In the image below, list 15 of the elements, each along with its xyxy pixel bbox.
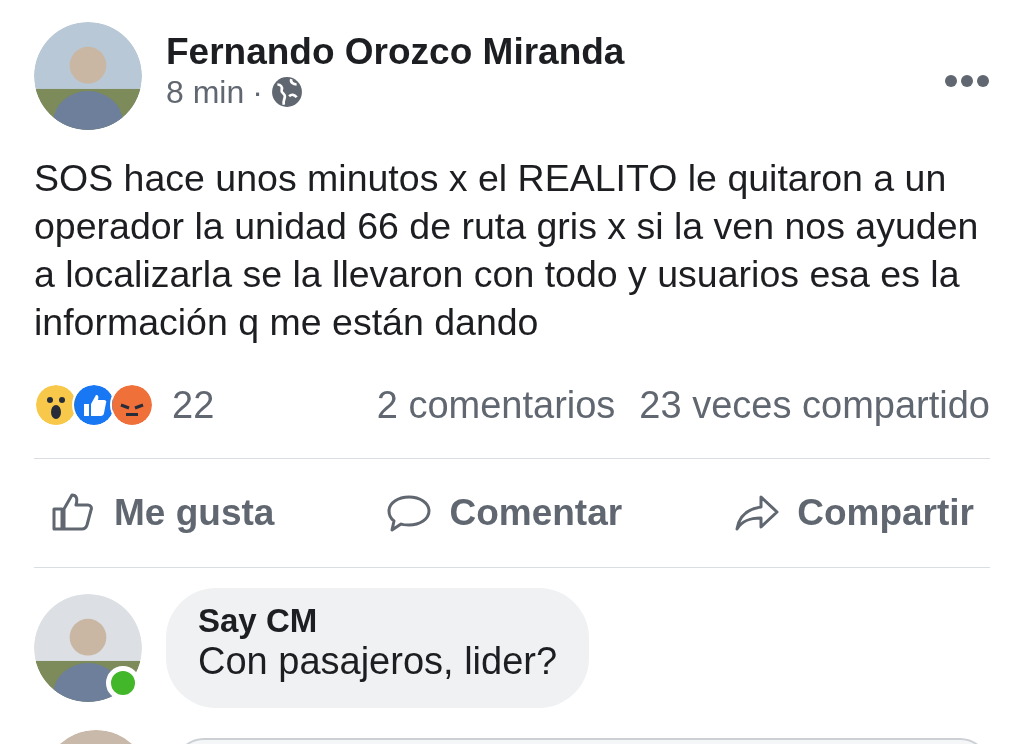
share-button[interactable]: Compartir [733,485,974,541]
commenter-name[interactable]: Say CM [198,602,558,640]
more-options-icon[interactable] [944,74,990,88]
shares-count[interactable]: 23 veces compartido [639,376,990,434]
like-button[interactable]: Me gusta [50,485,275,541]
globe-icon [270,76,303,109]
separator: · [252,74,263,110]
post-time[interactable]: 8 min [166,74,245,110]
post-text: SOS hace unos minutos x el REALITO le quitaron a un operador la unidad 66 de ruta gris x si la ven nos ayuden a localizarla se la llevaron con todo y usuarios esa es la información q me están dando [34,156,980,345]
angry-emoji-icon [110,383,154,427]
author-name[interactable]: Fernando Orozco Miranda [166,32,920,73]
comment-button[interactable]: Comentar [385,485,623,541]
comments-count[interactable]: 2 comentarios [376,376,616,434]
comment-text: Con pasajeros, lider? [198,639,558,684]
reaction-count[interactable]: 22 [172,376,215,434]
